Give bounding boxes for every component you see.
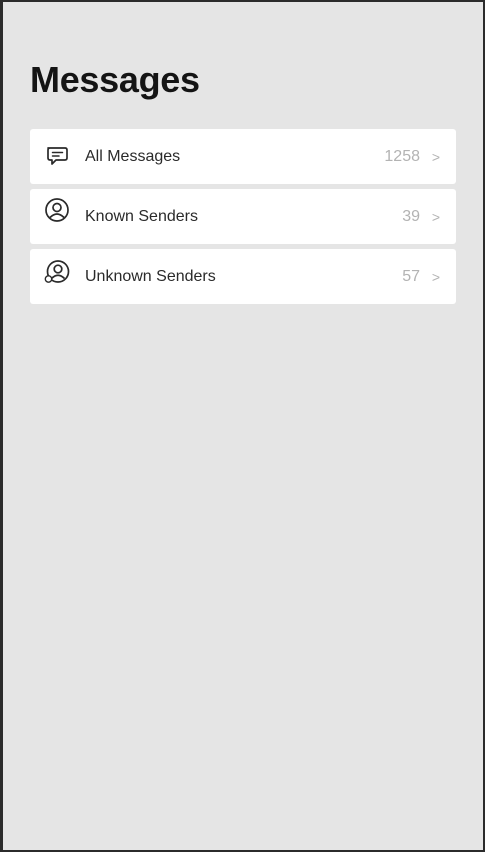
list-item-all-messages[interactable]: All Messages 1258 > [30, 129, 456, 184]
chevron-right-icon: > [431, 269, 440, 285]
message-filter-list: All Messages 1258 > Known Senders 39 > U… [30, 129, 456, 309]
page-title: Messages [30, 59, 200, 100]
list-item-known-senders[interactable]: Known Senders 39 > [30, 189, 456, 244]
messages-screen: Messages All Messages 1258 > Known Sende… [3, 2, 483, 850]
person-circle-question-icon [44, 259, 70, 285]
message-bubble-icon [44, 143, 70, 169]
message-count: 57 [402, 268, 420, 285]
chevron-right-icon: > [431, 149, 440, 165]
message-count: 1258 [384, 148, 420, 165]
list-item-label: All Messages [85, 148, 181, 165]
person-circle-icon [44, 197, 70, 223]
list-item-unknown-senders[interactable]: Unknown Senders 57 > [30, 249, 456, 304]
message-count: 39 [402, 208, 420, 225]
chevron-right-icon: > [431, 209, 440, 225]
list-item-label: Unknown Senders [85, 268, 216, 285]
list-item-label: Known Senders [85, 208, 198, 225]
